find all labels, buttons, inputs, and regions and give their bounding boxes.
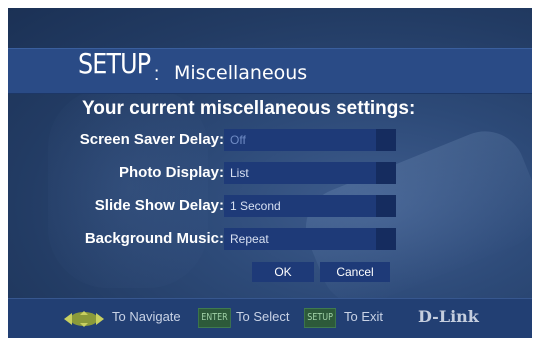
setup-screen: SETUP : Miscellaneous Your current misce…: [8, 8, 532, 338]
page-subtitle: Miscellaneous: [174, 62, 308, 84]
enter-key-badge: ENTER: [198, 308, 231, 328]
page-title: SETUP: [78, 47, 151, 80]
settings-heading: Your current miscellaneous settings:: [82, 98, 416, 119]
slide-show-delay-field[interactable]: 1 Second: [224, 195, 376, 217]
photo-display-field[interactable]: List: [224, 162, 376, 184]
setting-label: Screen Saver Delay:: [79, 131, 224, 148]
setup-key-badge: SETUP: [304, 308, 337, 328]
navigate-hint: To Navigate: [112, 309, 181, 324]
title-separator: :: [154, 64, 160, 85]
title-bar: SETUP : Miscellaneous: [8, 47, 532, 94]
photo-display-dropdown[interactable]: [376, 162, 396, 184]
ok-button[interactable]: OK: [252, 262, 314, 282]
background-music-field[interactable]: Repeat: [224, 228, 376, 250]
setting-label: Background Music:: [84, 230, 224, 247]
setting-label: Slide Show Delay:: [94, 197, 224, 214]
exit-hint: To Exit: [344, 309, 384, 324]
setting-row-screen-saver: Screen Saver Delay: Off: [8, 129, 532, 153]
directional-pad-icon: [64, 311, 104, 327]
setting-row-background-music: Background Music: Repeat: [8, 228, 532, 252]
brand-logo: D-Link: [418, 307, 479, 326]
slide-show-delay-dropdown[interactable]: [376, 195, 396, 217]
screen-saver-delay-dropdown[interactable]: [376, 129, 396, 151]
footer-bar: To Navigate ENTER To Select SETUP To Exi…: [8, 298, 532, 338]
setting-label: Photo Display:: [118, 164, 224, 181]
cancel-button[interactable]: Cancel: [320, 262, 390, 282]
setting-row-photo-display: Photo Display: List: [8, 162, 532, 186]
select-hint: To Select: [236, 309, 290, 324]
screen-saver-delay-field[interactable]: Off: [224, 129, 376, 151]
background-music-dropdown[interactable]: [376, 228, 396, 250]
setting-row-slide-show: Slide Show Delay: 1 Second: [8, 195, 532, 219]
